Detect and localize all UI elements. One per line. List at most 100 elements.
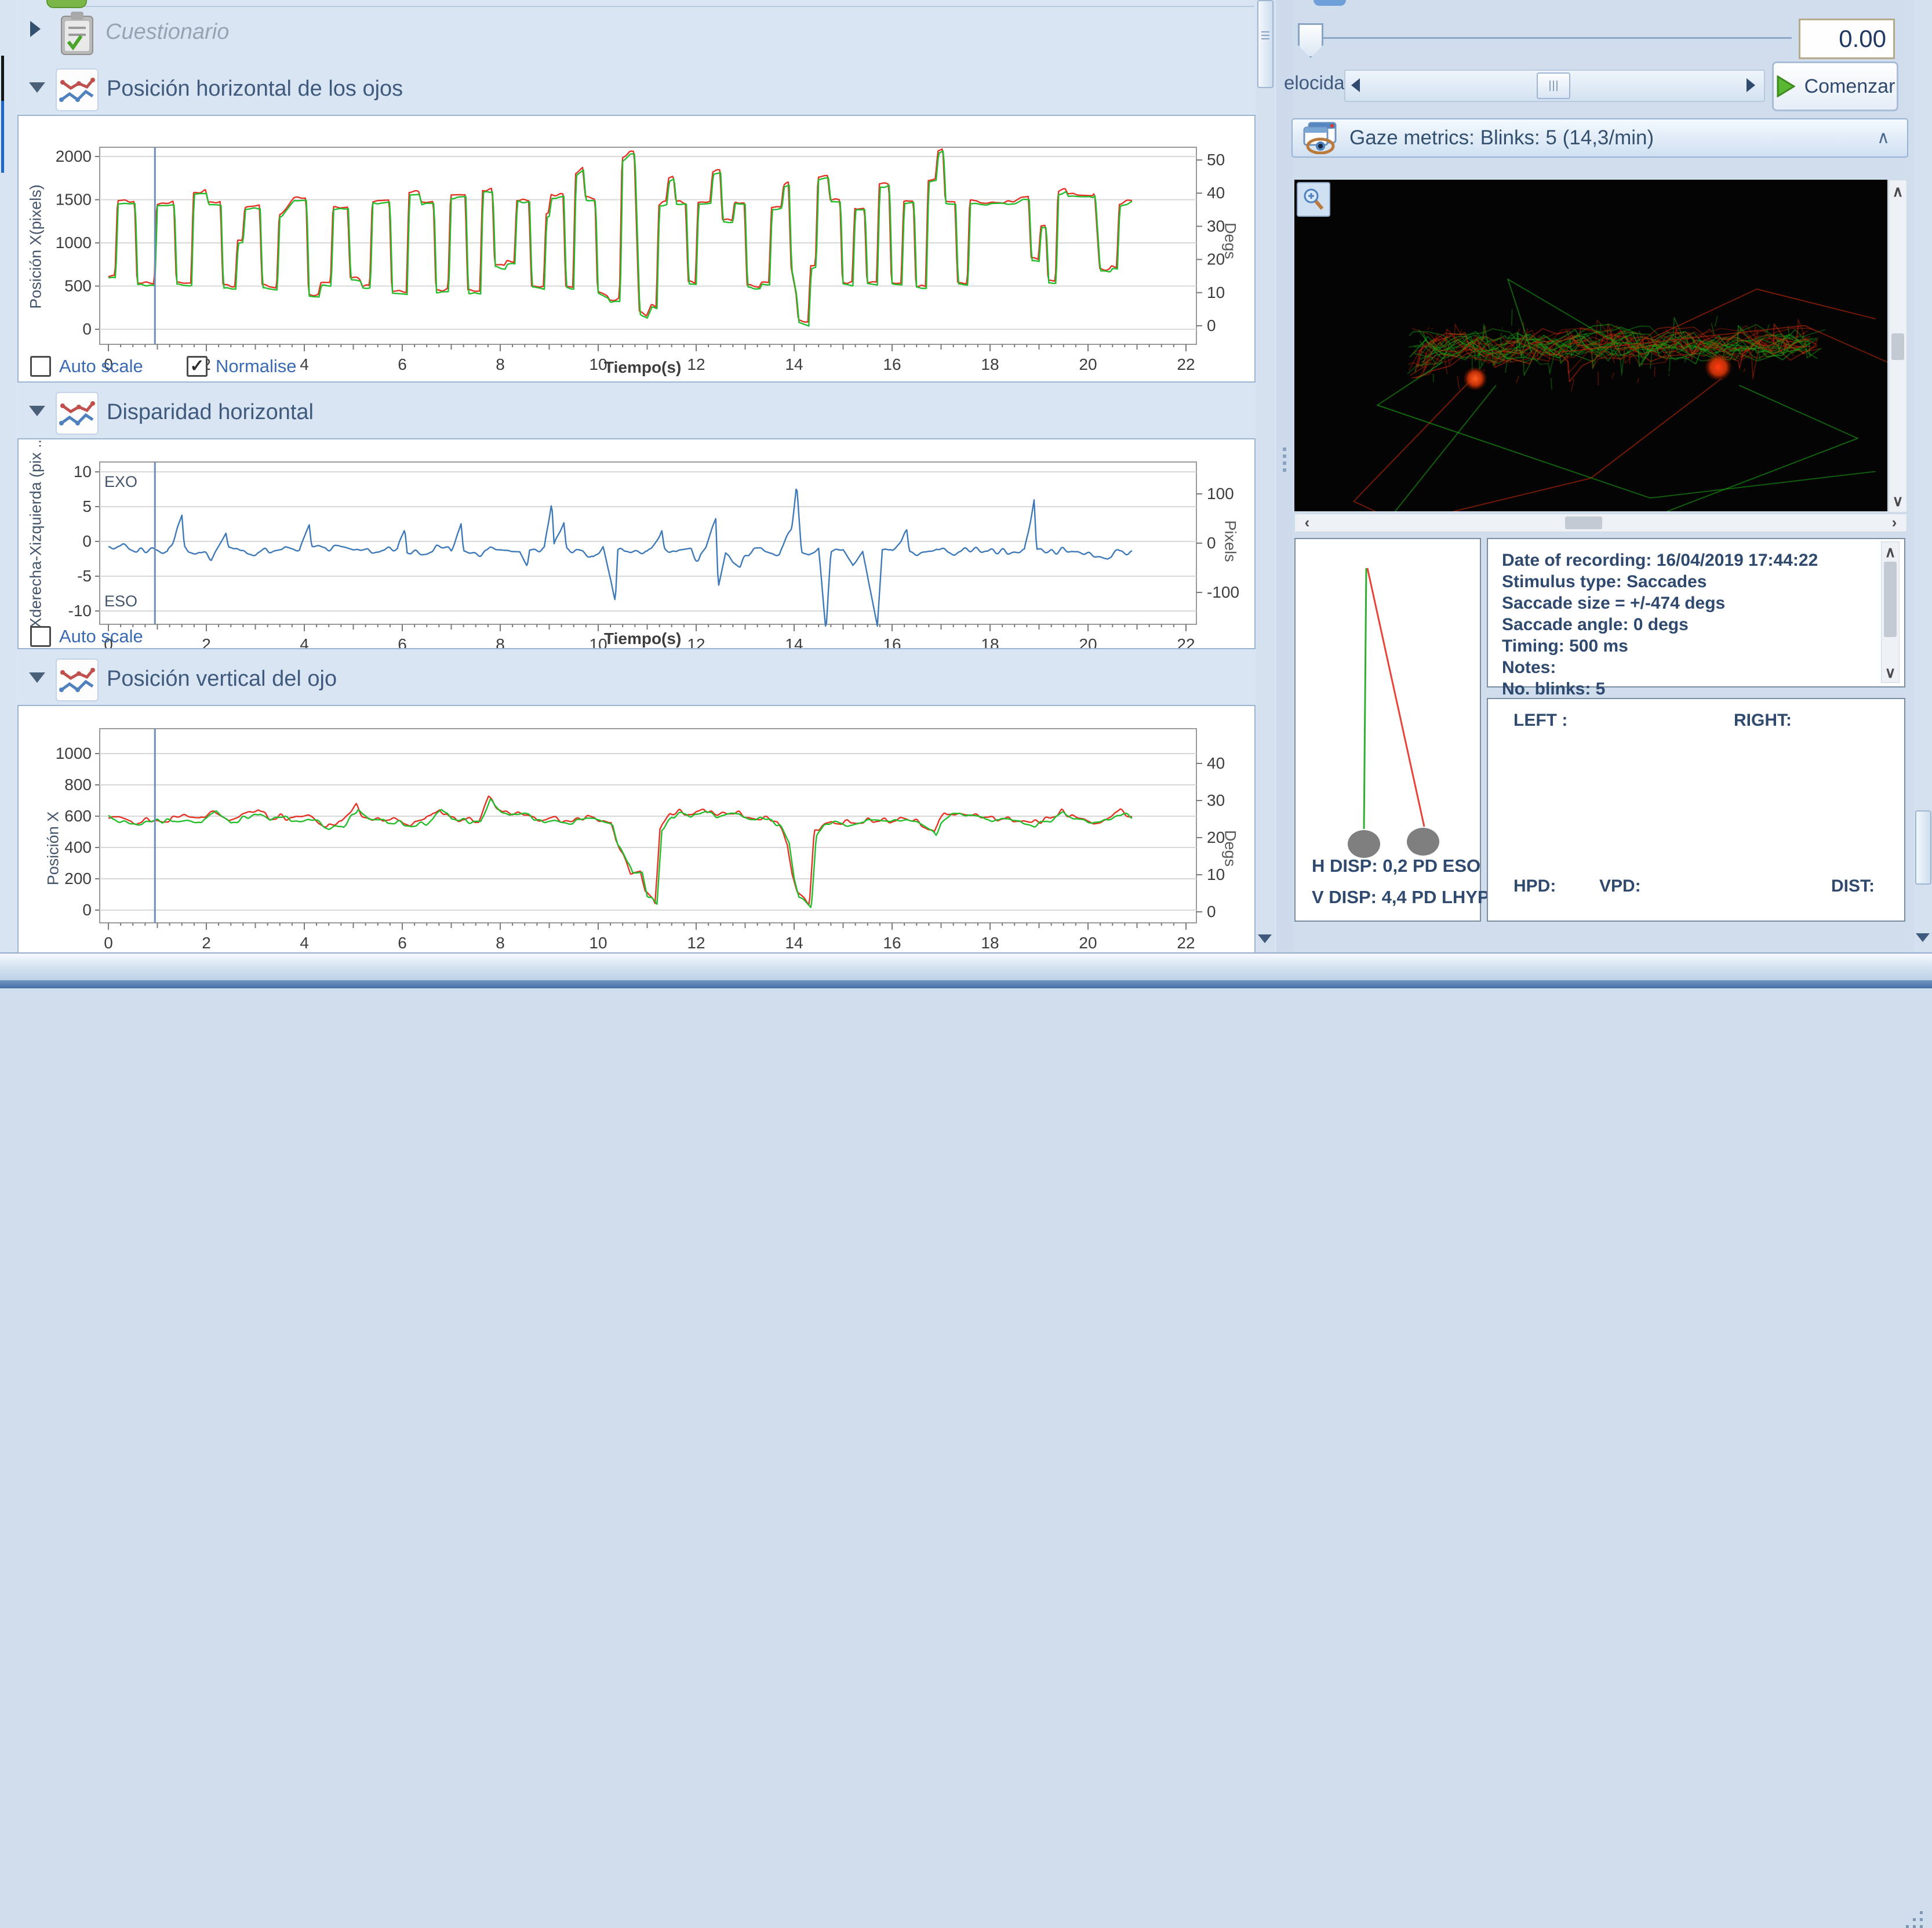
- time-slider-track[interactable]: [1307, 37, 1792, 39]
- left-eye-pendulum-line: [1364, 568, 1366, 829]
- clipboard-icon: [58, 10, 96, 57]
- time-slider-thumb[interactable]: [1298, 23, 1323, 58]
- scroll-down-arrow[interactable]: [1258, 934, 1272, 943]
- scrollbar-thumb[interactable]: [1565, 516, 1602, 529]
- chart2-x-axis-label: Tiempo(s): [604, 630, 681, 648]
- svg-text:16: 16: [883, 355, 901, 373]
- collapse-chevron-icon[interactable]: ∧: [1877, 128, 1890, 148]
- clipped-slider-top: [1314, 0, 1346, 6]
- v-disp-value: V DISP: 4,4 PD LHYP: [1312, 887, 1490, 908]
- section-title-chart1[interactable]: Posición horizontal de los ojos: [107, 77, 403, 101]
- scrollbar-thumb[interactable]: [1257, 0, 1274, 88]
- line-chart-icon: [56, 392, 99, 435]
- svg-text:40: 40: [1207, 754, 1225, 772]
- svg-text:4: 4: [300, 355, 309, 373]
- section-title-chart2[interactable]: Disparidad horizontal: [107, 400, 314, 425]
- scroll-down-arrow[interactable]: ∨: [1882, 665, 1899, 680]
- svg-text:8: 8: [496, 635, 505, 648]
- scrollbar-thumb[interactable]: [1884, 562, 1897, 637]
- clipped-button-top[interactable]: [46, 0, 87, 8]
- section-title-chart3[interactable]: Posición vertical del ojo: [107, 667, 337, 692]
- svg-text:22: 22: [1177, 635, 1195, 648]
- magnifier-icon: [1302, 187, 1325, 212]
- window-bottom-edge: [0, 980, 1932, 988]
- svg-text:18: 18: [981, 934, 999, 952]
- svg-text:200: 200: [64, 870, 92, 887]
- gaze-horizontal-scrollbar[interactable]: ‹ ›: [1294, 514, 1907, 532]
- scroll-down-arrow[interactable]: [1916, 933, 1930, 942]
- svg-text:500: 500: [64, 277, 92, 295]
- chart2-autoscale-checkbox[interactable]: Auto scale: [30, 626, 143, 647]
- scroll-up-arrow[interactable]: ∧: [1882, 544, 1899, 559]
- recording-info-panel: Date of recording: 16/04/2019 17:44:22St…: [1487, 538, 1905, 687]
- right-panel-group: 0.00 elocidad Comenzar: [1293, 0, 1914, 952]
- chart1-autoscale-checkbox[interactable]: Auto scale: [30, 356, 143, 377]
- svg-text:0: 0: [82, 901, 92, 919]
- h-disp-value: H DISP: 0,2 PD ESO: [1312, 856, 1480, 876]
- svg-text:1000: 1000: [56, 234, 92, 252]
- svg-text:0: 0: [82, 320, 92, 338]
- scroll-down-arrow[interactable]: ∨: [1889, 493, 1906, 508]
- expander-cuestionario-arrow[interactable]: [30, 21, 41, 37]
- svg-text:0: 0: [1207, 903, 1216, 921]
- expander-chart1-arrow[interactable]: [29, 82, 45, 93]
- scroll-left-arrow[interactable]: ‹: [1300, 515, 1315, 530]
- play-icon: [1775, 75, 1795, 97]
- svg-text:600: 600: [64, 807, 92, 825]
- expander-chart3-arrow[interactable]: [29, 672, 45, 683]
- scroll-right-arrow[interactable]: [1747, 78, 1755, 92]
- checkbox-unchecked[interactable]: [30, 356, 51, 377]
- svg-text:20: 20: [1079, 934, 1097, 952]
- zoom-button[interactable]: [1297, 182, 1330, 217]
- svg-text:2: 2: [202, 934, 211, 952]
- info-line: Stimulus type: Saccades: [1502, 571, 1818, 592]
- svg-text:-5: -5: [77, 567, 92, 585]
- scroll-left-arrow[interactable]: [1351, 78, 1360, 92]
- svg-text:8: 8: [496, 934, 505, 952]
- eye-results-panel: LEFT : RIGHT: HPD: VPD: DIST:: [1487, 698, 1905, 922]
- info-line: Saccade angle: 0 degs: [1502, 614, 1818, 635]
- window-vertical-scrollbar[interactable]: [1914, 0, 1932, 952]
- svg-text:6: 6: [398, 355, 407, 373]
- left-group-vertical-scrollbar[interactable]: [1256, 0, 1274, 952]
- svg-text:0: 0: [82, 532, 92, 550]
- time-value-field[interactable]: 0.00: [1799, 19, 1895, 59]
- svg-text:2000: 2000: [56, 147, 92, 165]
- svg-text:-10: -10: [68, 602, 92, 620]
- chart1-normalise-checkbox[interactable]: ✓ Normalise: [187, 356, 297, 377]
- svg-text:1500: 1500: [56, 191, 92, 209]
- checkbox-checked[interactable]: ✓: [187, 356, 208, 377]
- start-button[interactable]: Comenzar: [1772, 61, 1898, 111]
- pendulum-graphic: [1296, 539, 1480, 864]
- scroll-right-arrow[interactable]: ›: [1887, 515, 1902, 530]
- svg-text:10: 10: [74, 463, 92, 481]
- info-line: Date of recording: 16/04/2019 17:44:22: [1502, 550, 1818, 571]
- scrollbar-thumb[interactable]: [1891, 333, 1904, 360]
- checkbox-unchecked[interactable]: [30, 626, 51, 647]
- rail-mark-accent: [1, 101, 4, 173]
- expander-chart2-arrow[interactable]: [29, 406, 45, 416]
- svg-text:6: 6: [398, 635, 407, 648]
- gaze-metrics-header[interactable]: Gaze metrics: Blinks: 5 (14,3/min) ∧: [1291, 118, 1908, 158]
- info-vertical-scrollbar[interactable]: ∧ ∨: [1881, 541, 1900, 683]
- svg-text:14: 14: [785, 355, 803, 373]
- svg-text:14: 14: [785, 635, 803, 648]
- scrollbar-thumb[interactable]: [1915, 810, 1931, 885]
- left-eye-label: LEFT :: [1513, 711, 1567, 730]
- velocity-scrollbar[interactable]: [1344, 70, 1765, 102]
- divider: [72, 6, 1254, 7]
- scroll-up-arrow[interactable]: ∧: [1889, 184, 1906, 199]
- hpd-label: HPD:: [1513, 876, 1556, 896]
- section-title-cuestionario[interactable]: Cuestionario: [105, 20, 229, 45]
- info-line: Timing: 500 ms: [1502, 635, 1818, 657]
- svg-text:EXO: EXO: [104, 473, 137, 490]
- svg-text:2: 2: [202, 635, 211, 648]
- svg-text:10: 10: [589, 934, 607, 952]
- chart2-y-axis-label: Xderecha-Xizquierda (pix ...: [27, 454, 45, 628]
- chart3-plot: 0200400600800100001020304002468101214161…: [19, 706, 1254, 952]
- svg-text:20: 20: [1079, 635, 1097, 648]
- svg-text:800: 800: [64, 776, 92, 794]
- svg-text:14: 14: [785, 934, 803, 952]
- gaze-vertical-scrollbar[interactable]: ∧ ∨: [1889, 180, 1907, 512]
- velocity-scrollbar-thumb[interactable]: [1537, 72, 1570, 99]
